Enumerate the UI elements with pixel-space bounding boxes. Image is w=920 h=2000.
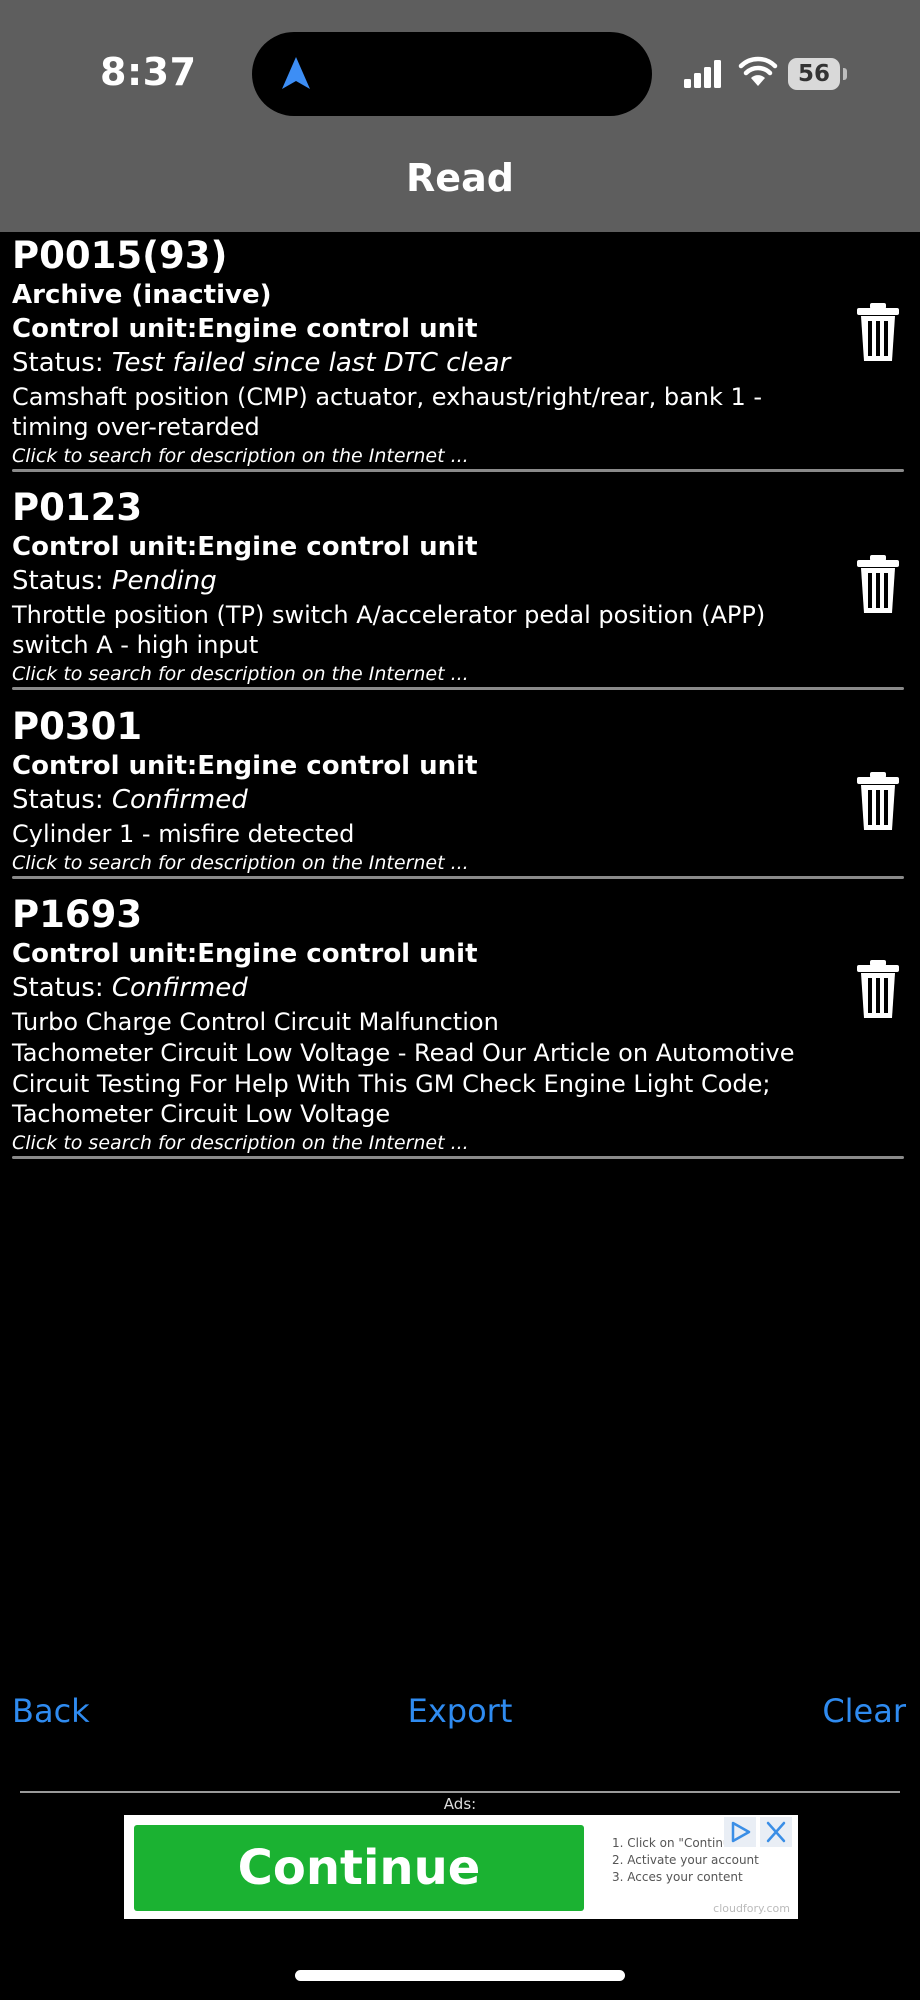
dtc-archive-state: Archive (inactive) [12, 280, 272, 310]
dtc-status: Status: Test failed since last DTC clear [12, 348, 510, 378]
dtc-description: Tachometer Circuit Low Voltage [12, 1100, 391, 1128]
battery-nub [843, 68, 847, 80]
ad-step: 2. Activate your account [612, 1853, 759, 1867]
export-button-row: Export [0, 1692, 920, 1730]
dtc-description: switch A - high input [12, 631, 259, 659]
dynamic-island [252, 32, 652, 116]
dtc-control-unit: Control unit:Engine control unit [12, 939, 478, 969]
trash-icon[interactable] [856, 959, 900, 1019]
cellular-signal-icon [684, 60, 721, 88]
dtc-description: Throttle position (TP) switch A/accelera… [12, 601, 766, 629]
dtc-status-label: Status: [12, 785, 112, 815]
dtc-status: Status: Confirmed [12, 973, 248, 1003]
internet-search-link[interactable]: Click to search for description on the I… [12, 663, 469, 685]
export-button[interactable]: Export [408, 1692, 513, 1730]
dtc-entry[interactable]: P0301 Control unit:Engine control unit S… [0, 703, 920, 883]
dtc-control-unit: Control unit:Engine control unit [12, 751, 478, 781]
entry-divider [12, 687, 904, 690]
internet-search-link[interactable]: Click to search for description on the I… [12, 852, 469, 874]
trash-icon[interactable] [856, 771, 900, 831]
status-time: 8:37 [100, 50, 197, 94]
trash-icon[interactable] [856, 302, 900, 362]
dtc-entry[interactable]: P1693 Control unit:Engine control unit S… [0, 891, 920, 1166]
dtc-status: Status: Pending [12, 566, 217, 596]
dtc-status-label: Status: [12, 973, 112, 1003]
navigation-header: 8:37 56 Read [0, 0, 920, 232]
dtc-description: Turbo Charge Control Circuit Malfunction [12, 1008, 499, 1036]
battery-icon: 56 [788, 58, 840, 90]
page-title: Read [406, 156, 514, 200]
internet-search-link[interactable]: Click to search for description on the I… [12, 1132, 469, 1154]
clear-button[interactable]: Clear [822, 1692, 906, 1730]
dtc-status-value: Confirmed [111, 973, 248, 1003]
dtc-status-value: Test failed since last DTC clear [111, 348, 511, 378]
ad-brand: cloudfory.com [713, 1902, 790, 1915]
dtc-status-label: Status: [12, 348, 112, 378]
ad-separator [20, 1791, 900, 1793]
ad-continue-button[interactable]: Continue [134, 1825, 584, 1911]
dtc-status-label: Status: [12, 566, 112, 596]
dtc-status-value: Pending [111, 566, 217, 596]
location-arrow-icon [282, 57, 310, 89]
dtc-status-value: Confirmed [111, 785, 248, 815]
dtc-code: P1693 [12, 893, 143, 936]
ad-step: 3. Acces your content [612, 1870, 743, 1884]
ad-close-icon[interactable] [760, 1817, 792, 1847]
dtc-description: timing over-retarded [12, 413, 260, 441]
dtc-entry[interactable]: P0015(93) Archive (inactive) Control uni… [0, 232, 920, 477]
internet-search-link[interactable]: Click to search for description on the I… [12, 445, 469, 467]
ad-banner[interactable]: Continue 1. Click on "Continu 2. Activat… [124, 1815, 798, 1919]
dtc-control-unit: Control unit:Engine control unit [12, 532, 478, 562]
entry-divider [12, 1156, 904, 1159]
entry-divider [12, 876, 904, 879]
dtc-status: Status: Confirmed [12, 785, 248, 815]
dtc-code: P0015(93) [12, 234, 228, 277]
ad-play-icon[interactable] [724, 1817, 756, 1847]
dtc-description: Camshaft position (CMP) actuator, exhaus… [12, 383, 763, 411]
wifi-icon [738, 56, 778, 86]
dtc-code: P0301 [12, 705, 143, 748]
dtc-entry[interactable]: P0123 Control unit:Engine control unit S… [0, 484, 920, 694]
dtc-description: Circuit Testing For Help With This GM Ch… [12, 1070, 771, 1098]
dtc-control-unit: Control unit:Engine control unit [12, 314, 478, 344]
dtc-description: Tachometer Circuit Low Voltage - Read Ou… [12, 1039, 795, 1067]
dtc-code: P0123 [12, 486, 143, 529]
ads-label: Ads: [443, 1795, 477, 1813]
back-button[interactable]: Back [12, 1692, 90, 1730]
dtc-description: Cylinder 1 - misfire detected [12, 820, 355, 848]
home-indicator[interactable] [295, 1970, 625, 1981]
trash-icon[interactable] [856, 554, 900, 614]
entry-divider [12, 469, 904, 472]
